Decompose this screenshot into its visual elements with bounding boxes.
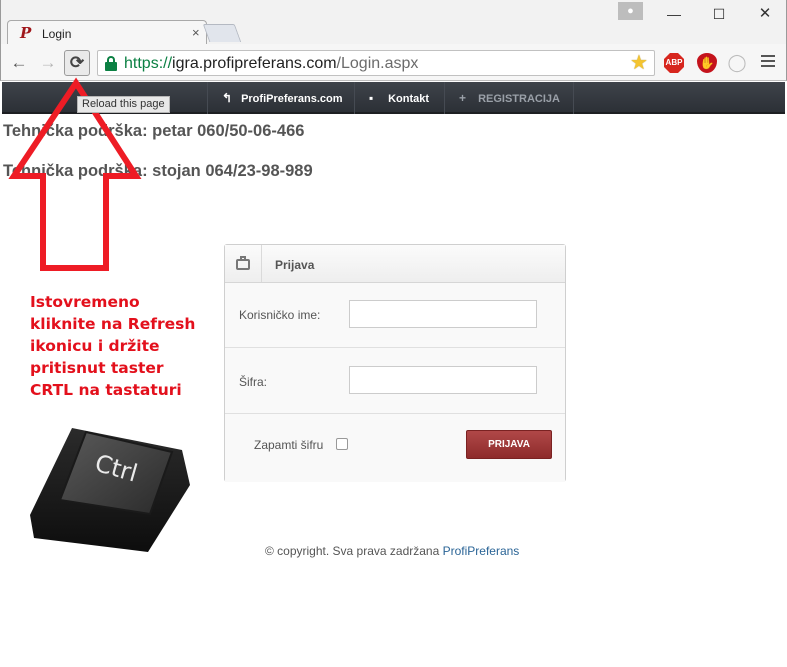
support-contact-1: Tehnička podrška: petar 060/50-06-466 <box>3 122 305 140</box>
briefcase-icon <box>225 245 262 282</box>
login-panel: Prijava Korisničko ime: Šifra: Zapamti š… <box>224 244 566 482</box>
forward-button[interactable]: → <box>37 52 59 74</box>
back-button[interactable]: ← <box>8 52 30 74</box>
ctrl-key-icon: Ctrl <box>30 428 190 552</box>
user-profile-icon[interactable]: ● <box>618 2 643 20</box>
address-bar[interactable]: https://igra.profipreferans.com/Login.as… <box>97 50 655 76</box>
browser-menu-icon[interactable] <box>761 55 775 69</box>
browser-toolbar: ← → ⟳ https://igra.profipreferans.com/Lo… <box>0 44 787 81</box>
login-panel-header: Prijava <box>225 245 565 283</box>
login-submit-button[interactable]: PRIJAVA <box>466 430 552 459</box>
username-label: Korisničko ime: <box>239 308 321 322</box>
remember-password-checkbox[interactable] <box>336 438 348 450</box>
arrow-return-icon: ↰ <box>222 91 233 105</box>
bookmark-star-icon[interactable]: ★ <box>630 52 648 74</box>
reload-tooltip: Reload this page <box>77 96 170 113</box>
nav-item-kontakt[interactable]: ▪ Kontakt <box>354 82 444 114</box>
tab-close-icon[interactable]: × <box>192 25 200 41</box>
password-row: Šifra: <box>225 348 565 414</box>
close-window-button[interactable]: ✕ <box>742 0 787 28</box>
reload-button[interactable]: ⟳ <box>64 50 90 76</box>
nav-item-label: ProfiPreferans.com <box>241 93 343 105</box>
shield-extension-icon[interactable]: ◯ <box>727 53 747 73</box>
username-input[interactable] <box>349 300 537 328</box>
ublock-icon[interactable]: ✋ <box>697 53 717 73</box>
remember-password-label: Zapamti šifru <box>254 438 324 452</box>
new-tab-button[interactable] <box>202 24 242 42</box>
password-label: Šifra: <box>239 375 268 389</box>
support-contact-2: Tehnička podrška: stojan 064/23-98-989 <box>3 162 313 180</box>
browser-tab[interactable]: P Login × <box>7 20 207 46</box>
minimize-button[interactable]: — <box>651 0 697 28</box>
username-row: Korisničko ime: <box>225 283 565 348</box>
tab-title: Login <box>42 27 72 41</box>
chat-icon: ▪ <box>369 91 374 105</box>
nav-item-home[interactable]: ↰ ProfiPreferans.com <box>207 82 354 114</box>
footer-link[interactable]: ProfiPreferans <box>443 544 520 558</box>
maximize-button[interactable]: ☐ <box>696 0 742 28</box>
password-input[interactable] <box>349 366 537 394</box>
lock-icon <box>105 56 117 71</box>
nav-item-registracija[interactable]: + REGISTRACIJA <box>444 82 574 114</box>
adblock-plus-icon[interactable]: ABP <box>664 53 684 73</box>
browser-titlebar: P Login × ● — ☐ ✕ <box>0 0 787 46</box>
nav-item-label: Kontakt <box>388 93 430 105</box>
annotation-instruction: Istovremeno kliknite na Refresh ikonicu … <box>30 293 196 399</box>
site-favicon-icon: P <box>20 24 32 42</box>
url-text[interactable]: https://igra.profipreferans.com/Login.as… <box>124 55 418 73</box>
copyright-footer: © copyright. Sva prava zadržana ProfiPre… <box>265 544 520 558</box>
plus-icon: + <box>459 91 467 105</box>
login-footer-row: Zapamti šifru PRIJAVA <box>225 414 565 482</box>
nav-item-label: REGISTRACIJA <box>478 93 560 105</box>
login-panel-title: Prijava <box>275 258 315 272</box>
